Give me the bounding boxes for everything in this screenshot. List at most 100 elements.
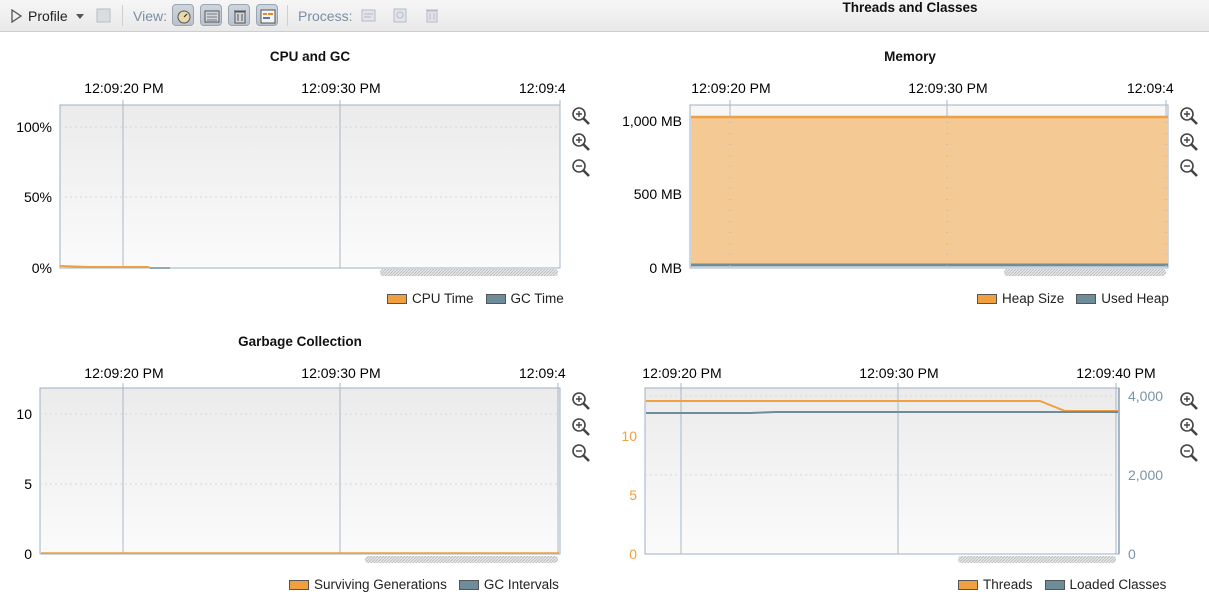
toolbar-divider [122, 5, 123, 26]
process-gc-button[interactable] [421, 4, 443, 26]
legend-label: Loaded Classes [1069, 577, 1167, 592]
view-memory-button[interactable] [200, 4, 222, 26]
y-tick-left: 0 [629, 546, 637, 562]
play-icon [11, 8, 22, 23]
zoom-out-icon[interactable] [570, 442, 592, 464]
zoom-in-icon[interactable] [1178, 390, 1200, 412]
y-tick: 500 MB [634, 186, 682, 202]
legend-item: Used Heap [1076, 291, 1169, 306]
threads-title: Threads and Classes [842, 0, 978, 15]
zoom-fit-icon[interactable] [570, 416, 592, 438]
view-label: View: [133, 7, 167, 24]
dump-icon [393, 8, 407, 23]
gc-legend: Surviving Generations GC Intervals [289, 577, 559, 592]
zoom-out-icon[interactable] [1178, 157, 1200, 179]
process-snapshot-button[interactable] [358, 4, 380, 26]
zoom-fit-icon[interactable] [1178, 131, 1200, 153]
legend-swatch [977, 293, 997, 304]
y-tick: 0 MB [649, 260, 682, 276]
threads-chart: 12:09:20 PM 12:09:30 PM 12:09:40 PM 10 5… [621, 365, 1163, 563]
toolbar-divider [287, 5, 288, 26]
memory-legend: Heap Size Used Heap [977, 291, 1169, 306]
y-tick: 100% [16, 119, 52, 135]
y-tick: 0 [24, 546, 32, 562]
y-tick: 10 [16, 406, 32, 422]
snapshot-icon [361, 9, 376, 22]
time-tick: 12:09:20 PM [84, 80, 163, 96]
time-tick: 12:09:30 PM [301, 80, 380, 96]
time-tick: 12:09:40 PM [1076, 365, 1155, 381]
time-scrollbar[interactable] [365, 556, 558, 563]
zoom-in-icon[interactable] [570, 105, 592, 127]
legend-item: GC Intervals [458, 577, 559, 592]
time-scrollbar[interactable] [1004, 269, 1166, 276]
legend-label: GC Time [510, 291, 564, 306]
profile-label: Profile [28, 7, 68, 24]
zoom-fit-icon[interactable] [1178, 416, 1200, 438]
legend-item: Heap Size [977, 291, 1064, 306]
stop-icon [96, 8, 111, 23]
legend-item: Loaded Classes [1044, 577, 1167, 592]
time-tick: 12:09:30 PM [859, 365, 938, 381]
legend-label: CPU Time [412, 291, 474, 306]
process-label: Process: [298, 7, 353, 24]
legend-label: Heap Size [1002, 291, 1065, 306]
cpu-legend: CPU Time GC Time [387, 291, 564, 306]
time-tick: 12:09:20 PM [642, 365, 721, 381]
view-monitor-button[interactable] [172, 4, 194, 26]
y-tick-right: 0 [1128, 546, 1136, 562]
legend-item: Threads [958, 577, 1033, 592]
view-gc-button[interactable] [228, 4, 250, 26]
legend-label: Threads [983, 577, 1033, 592]
legend-label: Used Heap [1101, 291, 1169, 306]
threads-icon [260, 9, 276, 24]
y-tick: 5 [24, 476, 32, 492]
legend-swatch [1044, 579, 1065, 590]
zoom-in-icon[interactable] [570, 390, 592, 412]
time-tick: 12:09:30 PM [908, 80, 987, 96]
cpu-title: CPU and GC [269, 49, 351, 64]
zoom-out-icon[interactable] [570, 157, 592, 179]
gc-chart: 12:09:20 PM 12:09:30 PM 12:09:4 10 5 0 [16, 365, 566, 563]
legend-swatch [458, 579, 479, 590]
time-tick: 12:09:30 PM [301, 365, 380, 381]
loaded-classes-line [646, 411, 1118, 414]
legend-swatch [485, 293, 506, 304]
zoom-fit-icon[interactable] [570, 131, 592, 153]
trash-icon [234, 10, 246, 24]
threads-legend: Threads Loaded Classes [958, 577, 1166, 592]
legend-label: GC Intervals [483, 577, 559, 592]
stop-button[interactable] [93, 4, 115, 26]
profile-menu[interactable]: Profile [10, 0, 85, 31]
view-threads-button[interactable] [256, 4, 278, 26]
y-tick: 1,000 MB [622, 113, 682, 129]
y-tick-right: 4,000 [1128, 388, 1163, 404]
zoom-out-icon[interactable] [1178, 442, 1200, 464]
legend-swatch [958, 579, 978, 590]
time-scrollbar[interactable] [380, 269, 558, 276]
time-scrollbar[interactable] [958, 556, 1116, 563]
heap-size-area [691, 117, 1168, 266]
time-tick: 12:09:20 PM [84, 365, 163, 381]
cpu-chart: 12:09:20 PM 12:09:30 PM 12:09:4 100% 50%… [16, 80, 566, 276]
memory-chart: 12:09:20 PM 12:09:30 PM 12:09:4 1,000 MB… [622, 80, 1174, 276]
chevron-down-icon [75, 13, 84, 19]
trash-icon [426, 9, 438, 23]
legend-swatch [289, 579, 309, 590]
zoom-in-icon[interactable] [1178, 105, 1200, 127]
y-tick: 50% [24, 189, 52, 205]
gauge-icon [177, 10, 191, 24]
time-tick: 12:09:4 [519, 80, 566, 96]
time-tick: 12:09:4 [519, 365, 566, 381]
time-tick: 12:09:20 PM [691, 80, 770, 96]
memory-icon [204, 10, 220, 23]
y-tick-right: 2,000 [1128, 467, 1163, 483]
plot-area [39, 387, 561, 555]
y-tick-left: 5 [629, 487, 637, 503]
legend-label: Surviving Generations [314, 577, 447, 592]
legend-item: Surviving Generations [289, 577, 447, 592]
memory-title: Memory [884, 49, 936, 64]
process-dump-button[interactable] [389, 4, 411, 26]
y-tick: 0% [32, 260, 52, 276]
legend-item: CPU Time [387, 291, 474, 306]
